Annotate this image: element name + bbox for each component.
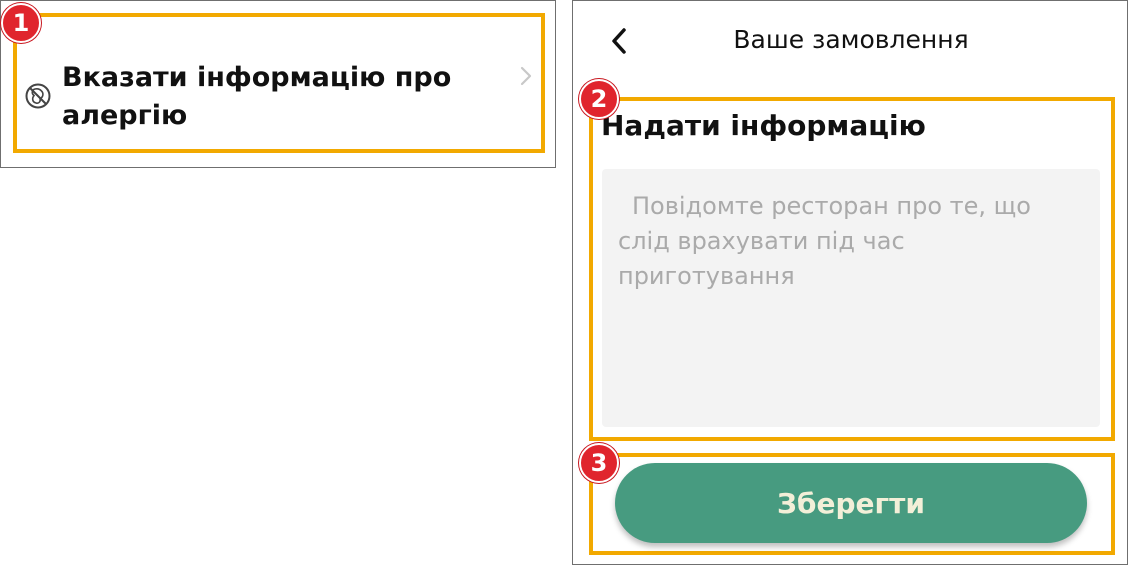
callout-badge-2: 2 [579, 79, 619, 119]
section-heading: Надати інформацію [601, 109, 926, 142]
callout-badge-3: 3 [579, 443, 619, 483]
page-title: Ваше замовлення [733, 25, 969, 54]
restaurant-notes-input[interactable] [602, 169, 1100, 427]
allergy-info-label: Вказати інформацію про алергію [62, 62, 452, 131]
allergy-info-row[interactable]: Вказати інформацію про алергію [13, 13, 545, 153]
allergy-screen-panel: Вказати інформацію про алергію 1 [0, 0, 556, 168]
chevron-right-icon [520, 66, 532, 86]
save-button[interactable]: Зберегти [615, 463, 1087, 543]
callout-badge-1: 1 [1, 3, 41, 43]
no-peanut-icon [25, 83, 51, 109]
order-screen-panel: Ваше замовлення Надати інформацію Зберег… [572, 0, 1128, 565]
